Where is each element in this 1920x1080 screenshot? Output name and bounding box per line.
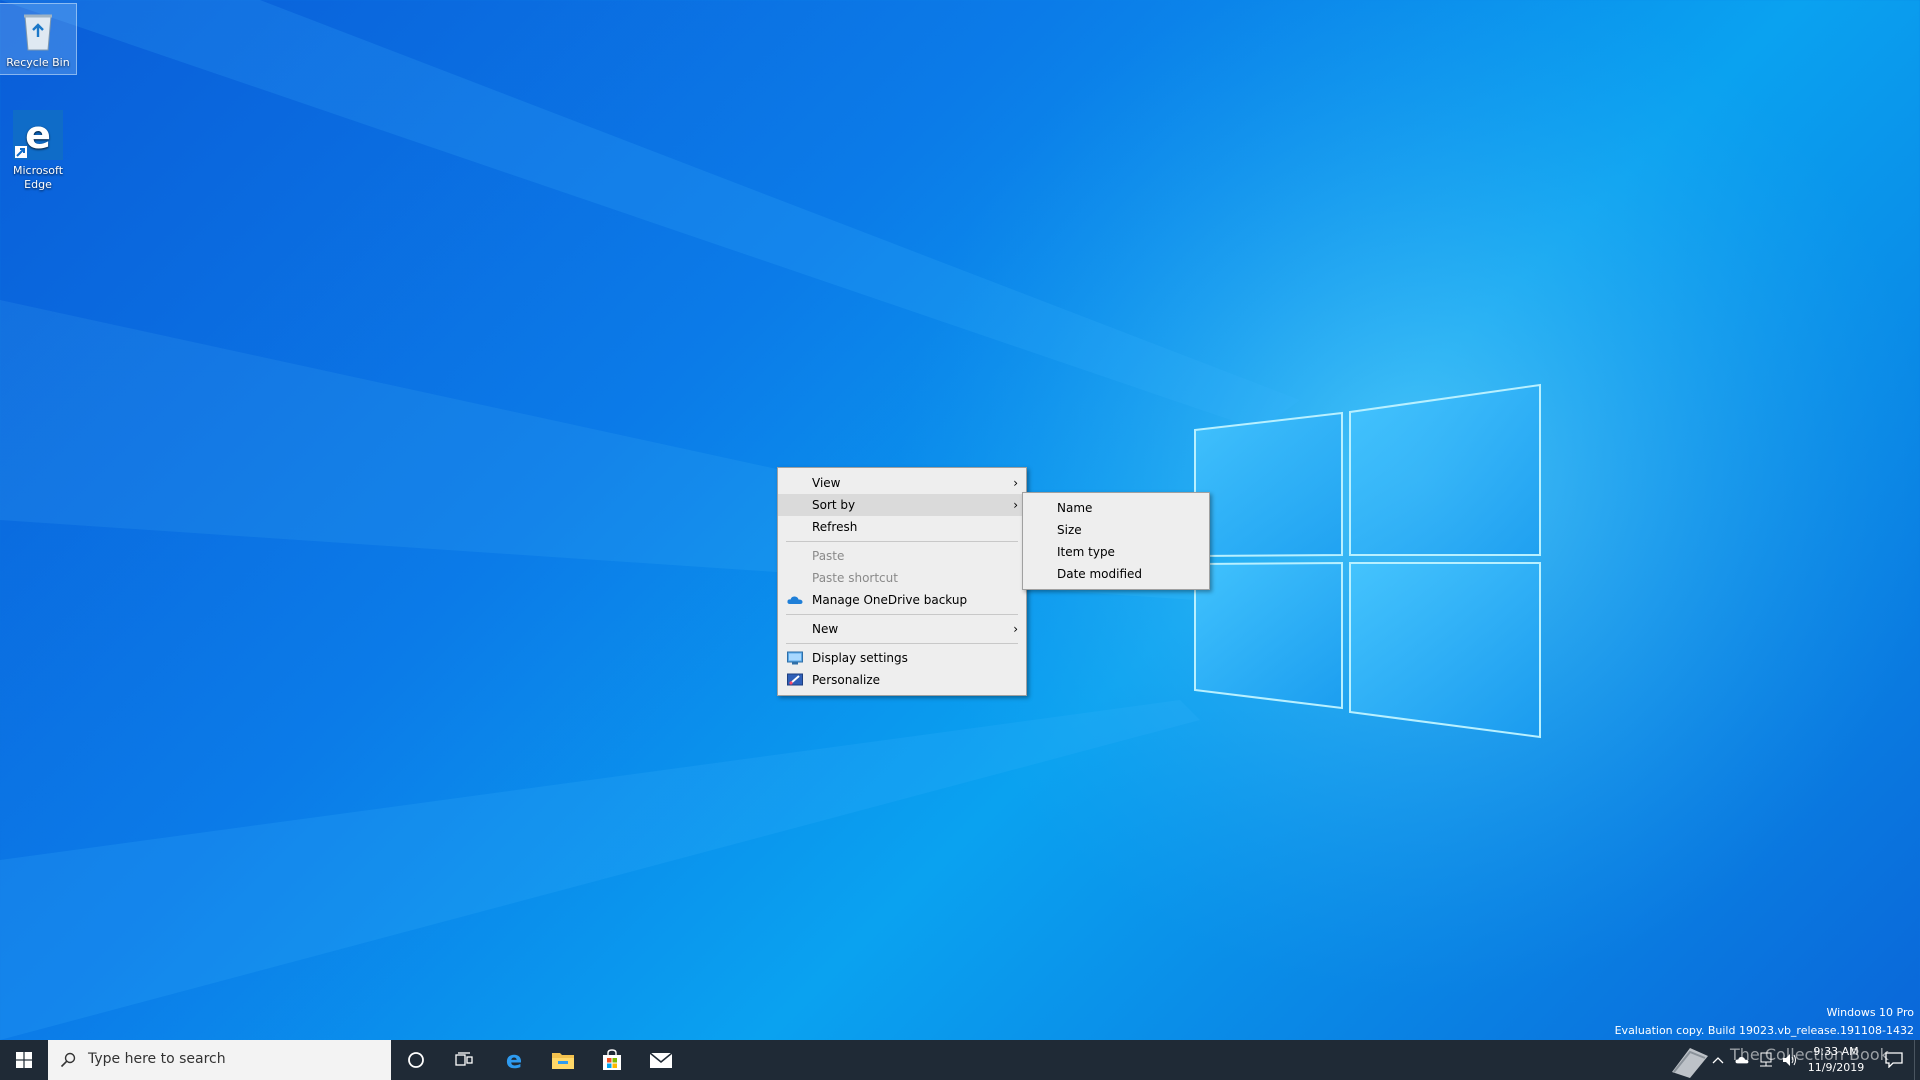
- search-icon: [60, 1052, 76, 1068]
- edge-icon: e: [506, 1048, 522, 1072]
- menu-item-personalize[interactable]: Personalize: [778, 669, 1026, 691]
- menu-item-display-settings[interactable]: Display settings: [778, 647, 1026, 669]
- show-hidden-icons-button[interactable]: [1706, 1040, 1730, 1080]
- menu-item-refresh[interactable]: Refresh: [778, 516, 1026, 538]
- taskbar-mail-button[interactable]: [637, 1040, 685, 1080]
- store-icon: [603, 1049, 621, 1070]
- menu-item-label: Paste shortcut: [812, 571, 898, 585]
- menu-item-label: Date modified: [1057, 567, 1143, 581]
- start-button[interactable]: [0, 1040, 48, 1080]
- notification-icon: [1885, 1052, 1903, 1068]
- clock-date: 11/9/2019: [1807, 1061, 1865, 1074]
- menu-item-new[interactable]: New ›: [778, 618, 1026, 640]
- volume-tray-button[interactable]: [1778, 1040, 1802, 1080]
- menu-item-view[interactable]: View ›: [778, 472, 1026, 494]
- task-view-icon: [455, 1052, 473, 1066]
- desktop-icon-label: Recycle Bin: [6, 56, 70, 69]
- svg-text:e: e: [25, 113, 51, 157]
- onedrive-icon: [1735, 1056, 1749, 1064]
- clock-time: 9:33 AM: [1813, 1045, 1859, 1058]
- menu-item-label: Display settings: [812, 651, 908, 665]
- show-desktop-button[interactable]: [1914, 1040, 1920, 1080]
- cortana-icon: [408, 1052, 424, 1068]
- desktop-icon-recycle-bin[interactable]: Recycle Bin: [0, 3, 77, 75]
- menu-item-label: Refresh: [812, 520, 858, 534]
- menu-item-sort-by[interactable]: Sort by ›: [778, 494, 1026, 516]
- menu-item-paste-shortcut: Paste shortcut: [778, 567, 1026, 589]
- menu-separator: [786, 614, 1018, 615]
- recycle-bin-icon: [24, 14, 52, 51]
- menu-separator: [786, 541, 1018, 542]
- menu-item-label: Size: [1057, 523, 1082, 537]
- taskbar-store-button[interactable]: [588, 1040, 636, 1080]
- menu-item-label: Paste: [812, 549, 845, 563]
- build-watermark: Evaluation copy. Build 19023.vb_release.…: [1614, 1024, 1914, 1037]
- network-icon: [1760, 1052, 1772, 1067]
- desktop-context-menu: View › Sort by › Refresh Paste Paste sho…: [777, 467, 1027, 696]
- desktop-icon-label: Microsoft Edge: [12, 164, 64, 191]
- svg-text:e: e: [506, 1048, 522, 1072]
- mail-icon: [649, 1052, 673, 1068]
- onedrive-tray-button[interactable]: [1730, 1040, 1754, 1080]
- menu-item-label: Name: [1057, 501, 1093, 515]
- desktop-icon-microsoft-edge[interactable]: e Microsoft Edge: [0, 104, 76, 191]
- network-tray-button[interactable]: [1754, 1040, 1778, 1080]
- chevron-right-icon: ›: [1013, 498, 1018, 512]
- menu-item-label: Sort by: [812, 498, 856, 512]
- menu-item-paste: Paste: [778, 545, 1026, 567]
- chevron-right-icon: ›: [1013, 622, 1018, 636]
- submenu-item-size[interactable]: Size: [1023, 519, 1209, 541]
- menu-separator: [786, 643, 1018, 644]
- display-icon: [787, 651, 803, 665]
- personalize-icon: [787, 673, 803, 686]
- file-explorer-icon: [552, 1053, 574, 1069]
- submenu-item-date-modified[interactable]: Date modified: [1023, 563, 1209, 585]
- taskbar-file-explorer-button[interactable]: [539, 1040, 587, 1080]
- onedrive-icon: [787, 596, 803, 604]
- taskbar: Type here to search e The Collection Boo…: [0, 1040, 1920, 1080]
- submenu-item-item-type[interactable]: Item type: [1023, 541, 1209, 563]
- submenu-item-name[interactable]: Name: [1023, 497, 1209, 519]
- search-placeholder: Type here to search: [88, 1051, 226, 1067]
- windows-logo-icon: [16, 1052, 32, 1068]
- clock[interactable]: 9:33 AM 11/9/2019: [1800, 1044, 1872, 1076]
- edge-icon: e: [13, 110, 63, 160]
- menu-item-label: Manage OneDrive backup: [812, 593, 968, 607]
- cortana-button[interactable]: [392, 1040, 440, 1080]
- taskbar-search-box[interactable]: Type here to search: [48, 1040, 391, 1080]
- task-view-button[interactable]: [440, 1040, 488, 1080]
- menu-item-label: View: [812, 476, 841, 490]
- chevron-right-icon: ›: [1013, 476, 1018, 490]
- volume-icon: [1783, 1054, 1796, 1066]
- sort-by-submenu: Name Size Item type Date modified: [1022, 492, 1210, 590]
- menu-item-label: Personalize: [812, 673, 881, 687]
- menu-item-label: New: [812, 622, 839, 636]
- menu-item-label: Item type: [1057, 545, 1115, 559]
- taskbar-edge-button[interactable]: e: [490, 1040, 538, 1080]
- chevron-up-icon: [1712, 1057, 1724, 1064]
- menu-item-manage-onedrive-backup[interactable]: Manage OneDrive backup: [778, 589, 1026, 611]
- action-center-button[interactable]: [1874, 1040, 1914, 1080]
- windows-edition-watermark: Windows 10 Pro: [1826, 1006, 1914, 1019]
